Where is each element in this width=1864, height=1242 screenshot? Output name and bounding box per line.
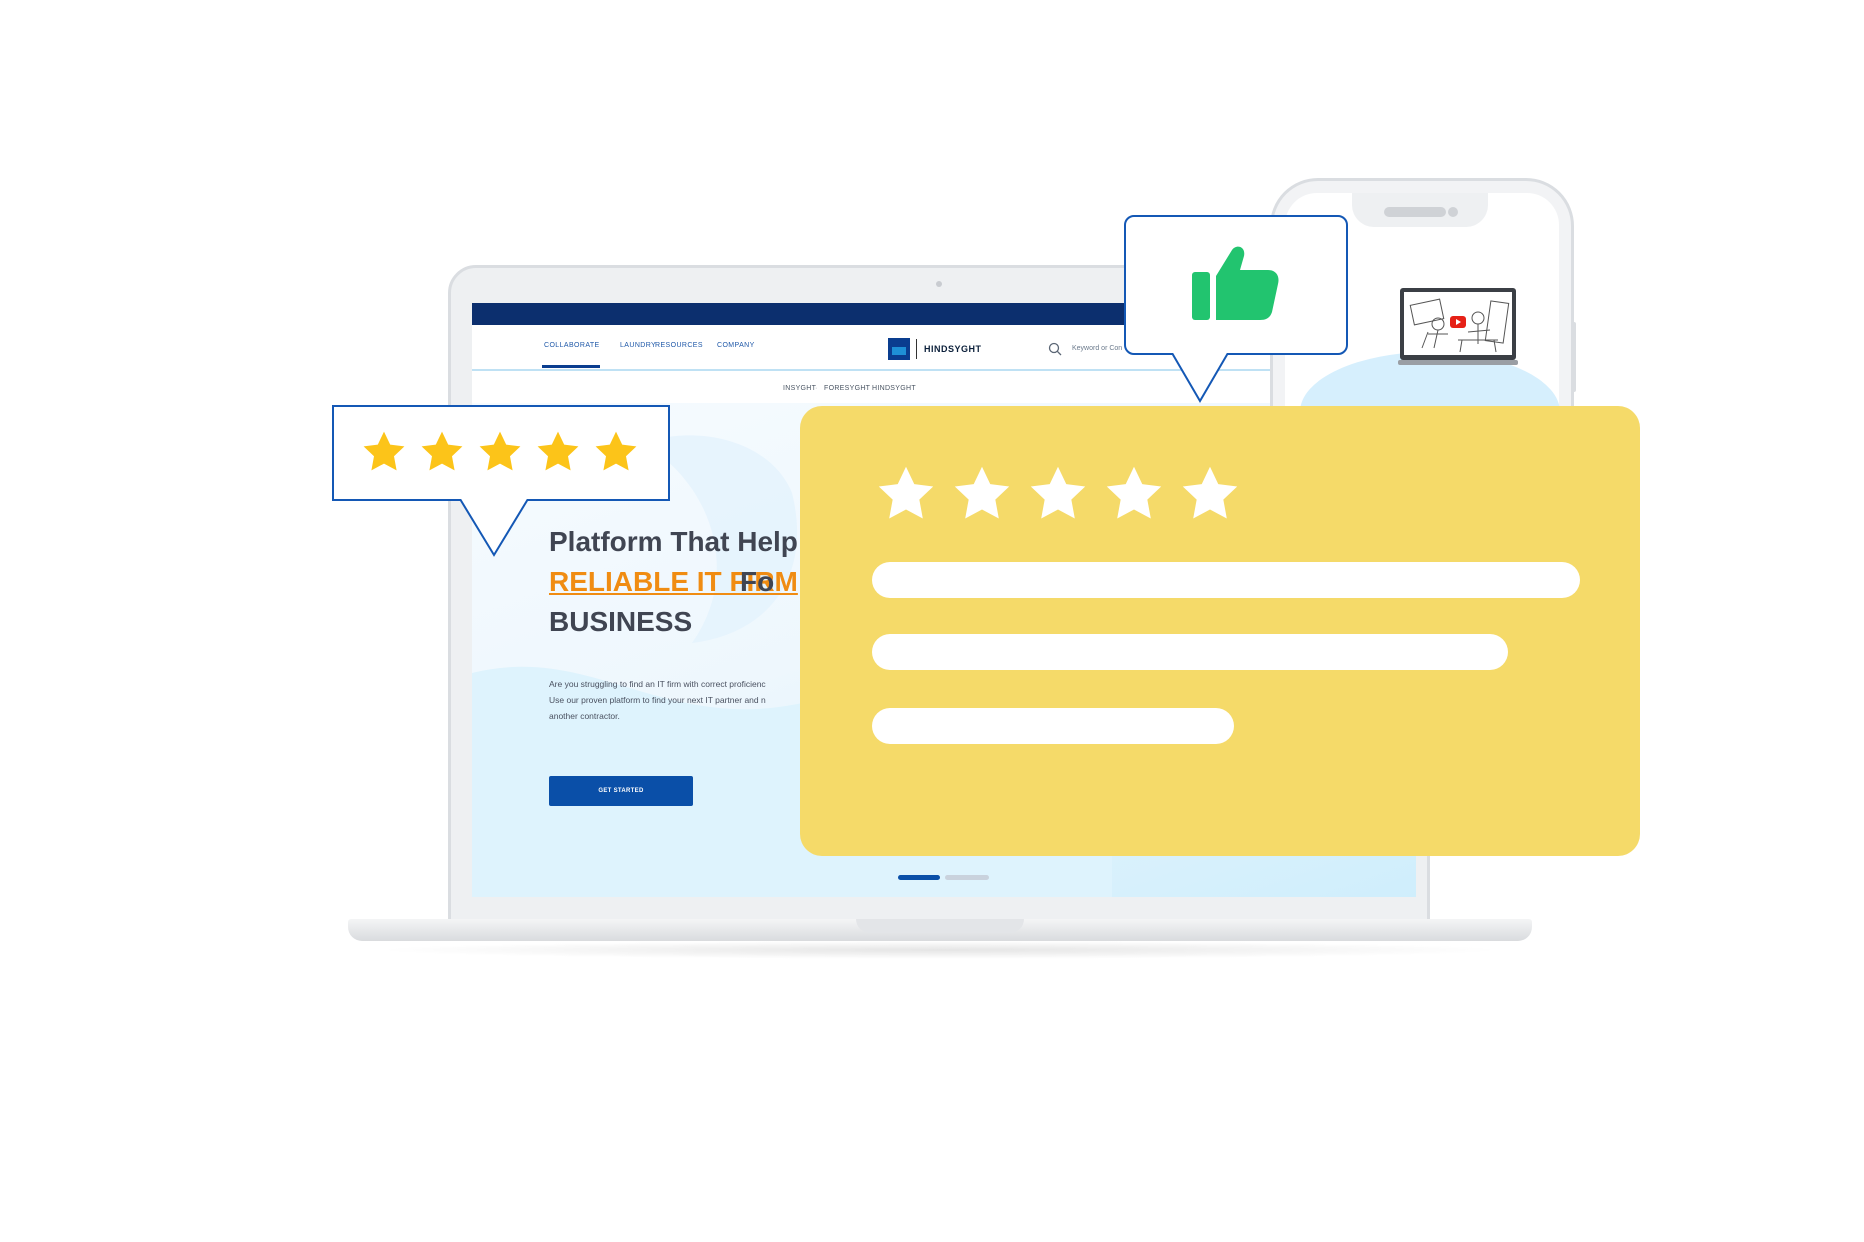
star-icon [479, 431, 521, 471]
star-icon [363, 431, 405, 471]
nav-link-collaborate[interactable]: COLLABORATE [544, 342, 600, 349]
search-input[interactable]: Keyword or Con [1072, 345, 1122, 352]
carousel-dot[interactable] [945, 875, 989, 880]
laptop-shadow [372, 941, 1508, 959]
search-icon[interactable] [1048, 342, 1062, 356]
star-icon [595, 431, 637, 471]
hero-headline-line2-rest: Fo [740, 566, 775, 597]
phone-camera [1448, 207, 1458, 217]
nav-active-indicator [542, 365, 600, 368]
review-text-placeholder [872, 634, 1508, 670]
star-icon [878, 466, 934, 519]
star-icon [954, 466, 1010, 519]
laptop-camera [936, 281, 942, 287]
breadcrumb-hindsyght[interactable]: HINDSYGHT [872, 385, 916, 392]
thumbs-up-bubble-tail [1171, 353, 1229, 403]
play-icon [1450, 316, 1466, 328]
phone-side-button [1572, 322, 1576, 392]
review-text-placeholder [872, 562, 1580, 598]
rating-stars [360, 428, 640, 476]
nav-link-company[interactable]: COMPANY [717, 342, 755, 349]
hero-paragraph-line: another contractor. [549, 711, 620, 721]
review-text-placeholder [872, 708, 1234, 744]
hero-paragraph-line: Use our proven platform to find your nex… [549, 695, 766, 705]
nav-link-resources[interactable]: RESOURCES [655, 342, 703, 349]
hero-paragraph: Are you struggling to find an IT firm wi… [549, 676, 829, 724]
star-icon [1106, 466, 1162, 519]
breadcrumb-insyght[interactable]: INSYGHT [783, 385, 816, 392]
rating-bubble-tail [459, 499, 529, 557]
brand-name[interactable]: HINDSYGHT [924, 344, 982, 354]
hero-paragraph-line: Are you struggling to find an IT firm wi… [549, 679, 766, 689]
breadcrumb-separator: · [864, 385, 867, 392]
video-thumbnail[interactable] [1398, 288, 1518, 366]
nav-link-laundry[interactable]: LAUNDRY [620, 342, 656, 349]
star-icon [537, 431, 579, 471]
laptop-opening-notch [856, 919, 1024, 933]
brand-separator [916, 339, 917, 359]
phone-speaker [1384, 207, 1446, 217]
review-card-stars [874, 462, 1242, 526]
star-icon [1030, 466, 1086, 519]
star-icon [1182, 466, 1238, 519]
thumbs-up-icon [1192, 246, 1279, 320]
hero-headline-line1: Platform That Help [549, 526, 798, 557]
breadcrumb-separator: · [815, 385, 818, 392]
carousel-dot-active[interactable] [898, 875, 940, 880]
get-started-button[interactable]: GET STARTED [549, 776, 693, 806]
star-icon [421, 431, 463, 471]
hero-headline-line3: BUSINESS [549, 606, 693, 637]
brand-logo-icon [888, 338, 910, 360]
